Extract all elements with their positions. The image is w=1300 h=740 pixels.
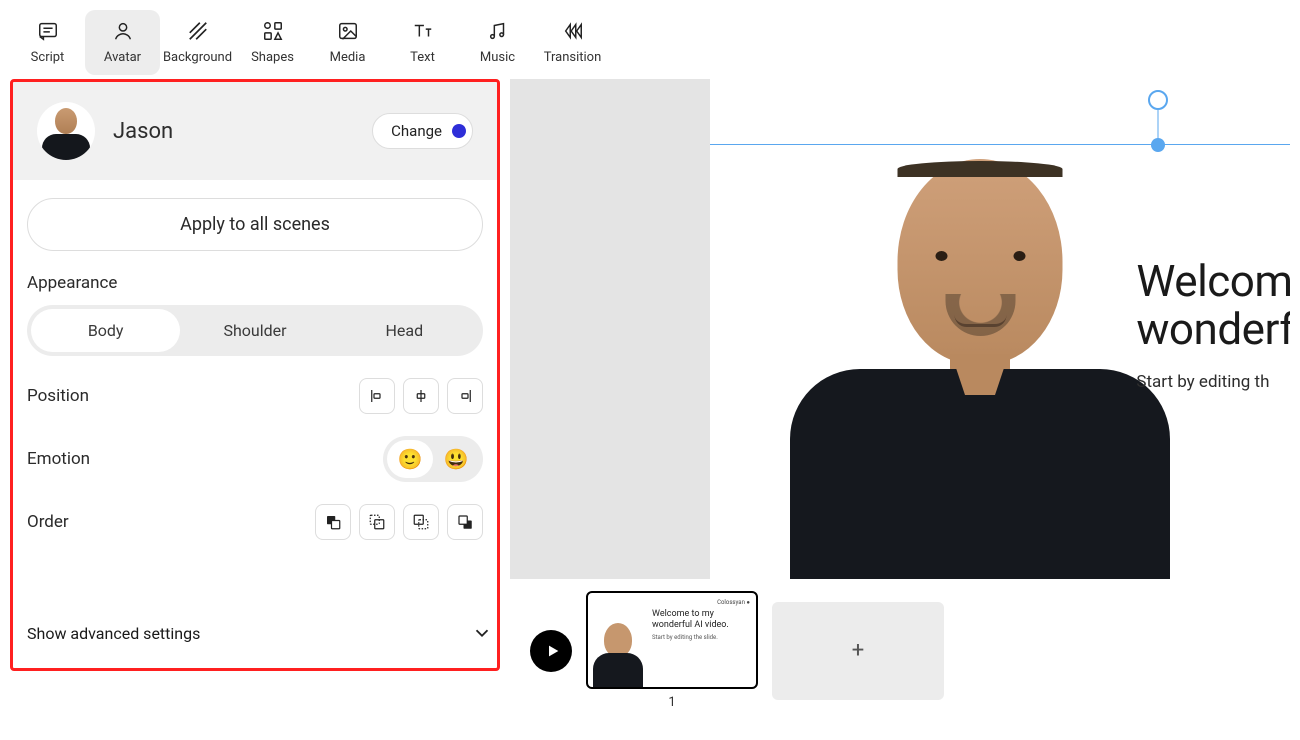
play-button[interactable] bbox=[530, 630, 572, 672]
position-label: Position bbox=[27, 386, 89, 406]
slide-headline: Welcomwonderf bbox=[1136, 257, 1290, 354]
change-avatar-button[interactable]: Change bbox=[372, 113, 473, 149]
media-icon bbox=[337, 20, 359, 42]
thumbnail-avatar-icon bbox=[593, 617, 643, 687]
bring-forward-button[interactable] bbox=[359, 504, 395, 540]
tab-background[interactable]: Background bbox=[160, 10, 235, 75]
send-backward-button[interactable] bbox=[403, 504, 439, 540]
tab-avatar-label: Avatar bbox=[104, 50, 141, 65]
slide[interactable]: Welcomwonderf Start by editing th bbox=[710, 79, 1290, 579]
top-toolbar: Script Avatar Background Shapes Media Te… bbox=[0, 0, 1300, 75]
tab-avatar[interactable]: Avatar bbox=[85, 10, 160, 75]
align-left-icon bbox=[368, 387, 386, 405]
send-backward-icon bbox=[412, 513, 430, 531]
slide-subline: Start by editing th bbox=[1136, 372, 1290, 392]
align-center-button[interactable] bbox=[403, 378, 439, 414]
appearance-segmented-control: Body Shoulder Head bbox=[27, 305, 483, 356]
advanced-settings-label: Show advanced settings bbox=[27, 624, 200, 643]
emotion-option-happy[interactable]: 😃 bbox=[433, 440, 479, 478]
transition-icon bbox=[562, 20, 584, 42]
avatar-thumbnail[interactable] bbox=[37, 102, 95, 160]
appearance-option-shoulder[interactable]: Shoulder bbox=[180, 309, 329, 352]
tab-background-label: Background bbox=[163, 50, 232, 65]
emotion-option-neutral[interactable]: 🙂 bbox=[387, 440, 433, 478]
bring-to-front-button[interactable] bbox=[315, 504, 351, 540]
script-icon bbox=[37, 20, 59, 42]
avatar-name: Jason bbox=[113, 119, 354, 144]
add-scene-button[interactable]: + bbox=[772, 602, 944, 700]
appearance-label: Appearance bbox=[27, 273, 483, 293]
order-button-group bbox=[315, 504, 483, 540]
tab-script-label: Script bbox=[31, 50, 65, 65]
bring-forward-icon bbox=[368, 513, 386, 531]
tab-shapes-label: Shapes bbox=[251, 50, 294, 65]
send-to-back-icon bbox=[456, 513, 474, 531]
thumbnail-title: Welcome to mywonderful AI video. bbox=[652, 609, 748, 632]
tab-media[interactable]: Media bbox=[310, 10, 385, 75]
music-icon bbox=[487, 20, 509, 42]
emotion-label: Emotion bbox=[27, 449, 90, 469]
slide-text-block[interactable]: Welcomwonderf Start by editing th bbox=[1136, 257, 1290, 392]
scene-strip: Colossyan ● Welcome to mywonderful AI vi… bbox=[510, 591, 1290, 710]
scene-thumbnail-1[interactable]: Colossyan ● Welcome to mywonderful AI vi… bbox=[586, 591, 758, 689]
change-avatar-label: Change bbox=[391, 122, 442, 140]
tab-text-label: Text bbox=[410, 50, 435, 65]
emotion-segmented-control: 🙂 😃 bbox=[383, 436, 483, 482]
tab-shapes[interactable]: Shapes bbox=[235, 10, 310, 75]
selection-guide-line bbox=[710, 144, 1290, 145]
avatar-thumbnail-image bbox=[38, 104, 94, 160]
chevron-down-icon bbox=[471, 622, 493, 644]
notification-dot-icon bbox=[452, 124, 466, 138]
apply-to-all-scenes-button[interactable]: Apply to all scenes bbox=[27, 198, 483, 251]
send-to-back-button[interactable] bbox=[447, 504, 483, 540]
avatar-on-canvas[interactable] bbox=[780, 149, 1180, 579]
text-icon bbox=[412, 20, 434, 42]
avatar-icon bbox=[112, 20, 134, 42]
tab-transition-label: Transition bbox=[544, 50, 602, 65]
position-button-group bbox=[359, 378, 483, 414]
align-center-icon bbox=[412, 387, 430, 405]
align-left-button[interactable] bbox=[359, 378, 395, 414]
order-label: Order bbox=[27, 512, 69, 532]
play-icon bbox=[545, 643, 561, 659]
appearance-option-body[interactable]: Body bbox=[31, 309, 180, 352]
show-advanced-settings-toggle[interactable]: Show advanced settings bbox=[13, 608, 497, 658]
thumbnail-sub: Start by editing the slide. bbox=[652, 634, 748, 641]
align-right-button[interactable] bbox=[447, 378, 483, 414]
avatar-header: Jason Change bbox=[13, 82, 497, 180]
shapes-icon bbox=[262, 20, 284, 42]
avatar-side-panel: Jason Change Apply to all scenes Appeara… bbox=[10, 79, 500, 671]
scene-thumbnail-number: 1 bbox=[668, 695, 675, 710]
canvas-stage[interactable]: Welcomwonderf Start by editing th bbox=[510, 79, 1290, 579]
tab-script[interactable]: Script bbox=[10, 10, 85, 75]
appearance-option-head[interactable]: Head bbox=[330, 309, 479, 352]
bring-to-front-icon bbox=[324, 513, 342, 531]
tab-text[interactable]: Text bbox=[385, 10, 460, 75]
tab-music[interactable]: Music bbox=[460, 10, 535, 75]
canvas-area: Welcomwonderf Start by editing th Coloss… bbox=[510, 79, 1290, 710]
tab-media-label: Media bbox=[330, 50, 366, 65]
align-right-icon bbox=[456, 387, 474, 405]
tab-music-label: Music bbox=[480, 50, 515, 65]
background-icon bbox=[187, 20, 209, 42]
thumbnail-watermark: Colossyan ● bbox=[717, 599, 750, 606]
tab-transition[interactable]: Transition bbox=[535, 10, 610, 75]
